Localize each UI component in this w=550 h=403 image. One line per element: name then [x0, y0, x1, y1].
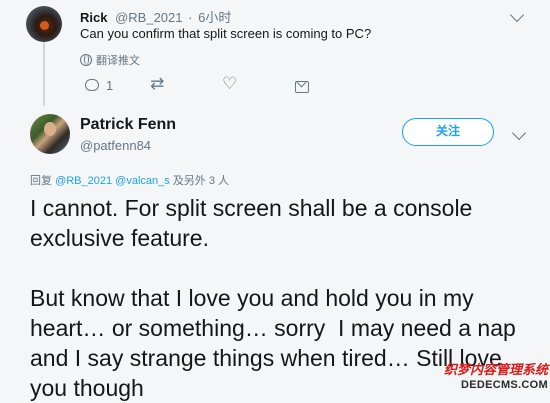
rick-handle[interactable]: @RB_2021	[115, 10, 182, 25]
like-icon: ♡	[222, 74, 238, 93]
translate-label: 翻译推文	[96, 55, 140, 67]
retweet-button[interactable]: ⇄	[150, 74, 165, 93]
watermark: 织梦内容管理系统 DEDECMS.COM	[436, 361, 550, 400]
rick-avatar[interactable]	[26, 6, 62, 42]
patrick-avatar[interactable]	[30, 114, 70, 154]
patrick-handle[interactable]: @patfenn84	[80, 138, 151, 153]
reply-button[interactable]: 1	[85, 78, 113, 93]
translate-tweet-link[interactable]: 翻译推文	[80, 52, 140, 68]
reply-count: 1	[106, 78, 114, 93]
watermark-site-text: DEDECMS.COM	[460, 379, 548, 391]
reply-tweet-text: Can you confirm that split screen is com…	[80, 26, 372, 41]
reply-to-prefix: 回复	[30, 175, 52, 187]
replying-to-line: 回复 @RB_2021 @valcan_s 及另外 3 人	[30, 172, 229, 188]
rick-timestamp[interactable]: 6小时	[198, 10, 231, 25]
reply-icon	[85, 79, 99, 91]
watermark-chinese-text: 织梦内容管理系统	[443, 362, 548, 377]
reply-tweet-header: Rick @RB_2021 · 6小时	[80, 7, 231, 26]
reply-to-suffix[interactable]: 及另外 3 人	[173, 175, 229, 187]
dm-icon	[295, 81, 309, 93]
globe-icon	[80, 54, 92, 66]
chevron-down-icon[interactable]	[511, 125, 527, 141]
reply-to-mentions[interactable]: @RB_2021 @valcan_s	[55, 175, 170, 187]
timestamp-separator: ·	[188, 10, 193, 25]
reply-tweet[interactable]: Rick @RB_2021 · 6小时 Can you confirm that…	[0, 0, 550, 108]
patrick-display-name[interactable]: Patrick Fenn	[80, 116, 176, 134]
rick-display-name[interactable]: Rick	[80, 10, 107, 25]
follow-button[interactable]: 关注	[402, 118, 494, 146]
thread-connector-line	[43, 36, 45, 106]
direct-message-button[interactable]	[295, 81, 309, 96]
retweet-icon: ⇄	[150, 74, 165, 93]
like-button[interactable]: ♡	[222, 74, 238, 93]
chevron-down-icon[interactable]	[509, 7, 525, 23]
